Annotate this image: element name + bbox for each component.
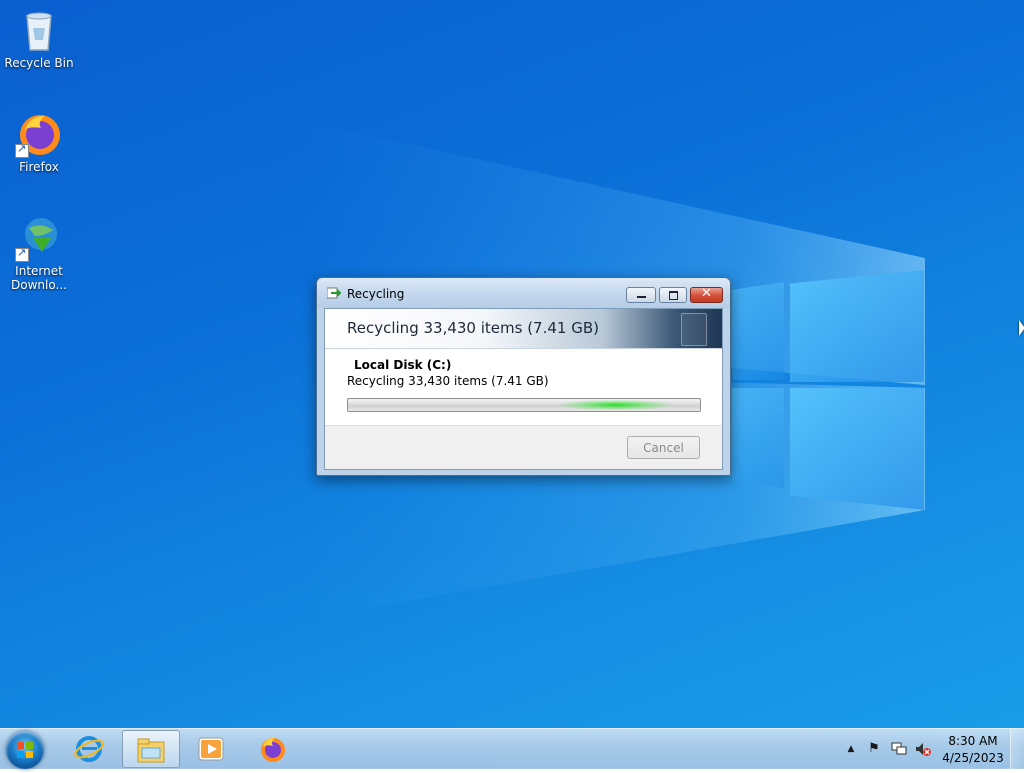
firefox-icon	[15, 110, 63, 158]
desktop: Recycle Bin Firefox Internet Downlo...	[0, 0, 1024, 768]
progress-bar	[347, 398, 701, 412]
desktop-icon-firefox[interactable]: Firefox	[1, 110, 77, 174]
show-hidden-icons-icon[interactable]: ▲	[842, 741, 860, 757]
shortcut-arrow-icon	[15, 142, 29, 158]
internet-explorer-icon	[74, 736, 104, 762]
desktop-icon-internet-download-manager[interactable]: Internet Downlo...	[1, 214, 77, 292]
clock-date[interactable]: 4/25/2023	[942, 751, 1004, 765]
minimize-icon	[637, 296, 646, 298]
file-explorer-icon	[137, 738, 165, 763]
windows-logo-pane	[732, 388, 784, 488]
windows-logo-pane	[790, 270, 924, 382]
banner-text: Recycling 33,430 items (7.41 GB)	[347, 319, 599, 337]
recycling-dialog: Recycling ✕ Recycling 33,430 items (7.41…	[316, 277, 731, 476]
show-desktop-button[interactable]	[1010, 729, 1024, 769]
dialog-titlebar[interactable]: Recycling ✕	[317, 278, 730, 308]
banner-decoration	[681, 313, 707, 346]
volume-muted-icon[interactable]	[914, 741, 932, 757]
close-icon: ✕	[701, 286, 712, 301]
network-icon[interactable]	[890, 741, 908, 757]
dialog-footer: Cancel	[325, 425, 722, 469]
source-status: Recycling 33,430 items (7.41 GB)	[347, 374, 549, 388]
clock-time[interactable]: 8:30 AM	[942, 734, 1004, 748]
dialog-title: Recycling	[347, 287, 405, 301]
media-player-icon	[198, 737, 224, 761]
close-button[interactable]: ✕	[690, 286, 723, 303]
firefox-icon	[261, 738, 285, 762]
recycle-bin-icon	[15, 6, 63, 54]
taskbar-media-player[interactable]	[183, 730, 241, 768]
desktop-icon-recycle-bin[interactable]: Recycle Bin	[1, 6, 77, 70]
start-button[interactable]	[6, 731, 44, 769]
windows-logo-pane	[732, 282, 784, 380]
desktop-icon-label: Firefox	[19, 160, 59, 174]
mouse-cursor	[1019, 320, 1024, 336]
action-center-flag-icon[interactable]: ⚑	[865, 741, 883, 757]
source-title: Local Disk (C:)	[354, 358, 452, 372]
desktop-icon-label: Internet Downlo...	[11, 264, 67, 292]
taskbar: ▲ ⚑ 8:30 AM 4/25/2023	[0, 728, 1024, 769]
progress-indicator	[559, 400, 672, 410]
taskbar-firefox[interactable]	[244, 730, 302, 768]
minimize-button[interactable]	[626, 287, 656, 303]
dialog-banner: Recycling 33,430 items (7.41 GB)	[325, 309, 722, 349]
taskbar-internet-explorer[interactable]	[61, 730, 119, 768]
internet-download-manager-icon	[15, 214, 63, 262]
start-orb-icon	[17, 742, 33, 758]
maximize-icon	[669, 291, 678, 300]
maximize-button[interactable]	[659, 287, 687, 303]
taskbar-file-explorer[interactable]	[122, 730, 180, 768]
shortcut-arrow-icon	[15, 246, 29, 262]
cancel-button[interactable]: Cancel	[627, 436, 700, 459]
recycling-icon	[327, 287, 341, 299]
windows-logo-pane	[790, 388, 924, 510]
dialog-content: Recycling 33,430 items (7.41 GB) Local D…	[324, 308, 723, 470]
desktop-icon-label: Recycle Bin	[4, 56, 74, 70]
